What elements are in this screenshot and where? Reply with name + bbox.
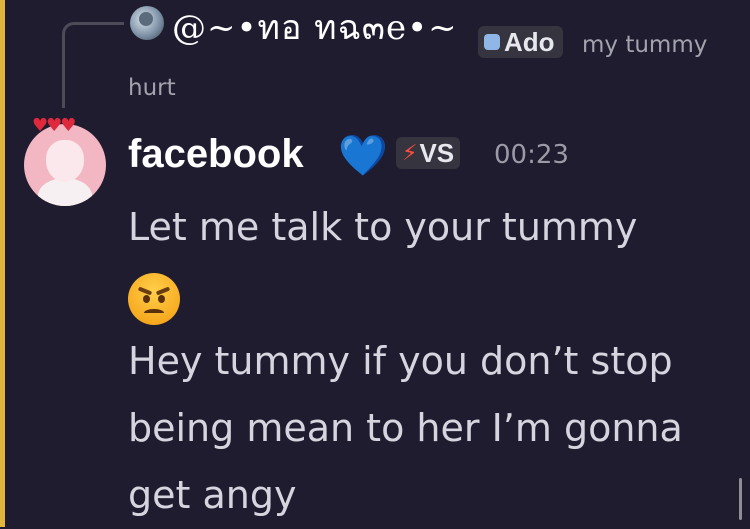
message-content: Let me talk to your tummy Hey tummy if y… xyxy=(128,194,728,529)
author-avatar[interactable] xyxy=(24,124,106,206)
server-badge-icon xyxy=(484,34,500,50)
reply-preview-text[interactable]: my tummy xyxy=(582,32,707,58)
scrollbar[interactable] xyxy=(739,478,742,520)
lightning-bolt-icon: ⚡ xyxy=(402,140,418,166)
blue-heart-icon: 💙 xyxy=(338,133,388,179)
reply-author-name[interactable]: @~•ทอ ทฉ๓e•~ xyxy=(172,8,458,48)
author-username[interactable]: facebook xyxy=(128,132,304,176)
message-emoji-line xyxy=(128,261,728,328)
avatar-body xyxy=(38,178,92,206)
reply-connector-line xyxy=(62,22,124,108)
hearts-decoration-icon: ♥♥♥ xyxy=(32,115,76,136)
reply-avatar[interactable] xyxy=(130,6,164,40)
author-server-tag[interactable]: ⚡ VS xyxy=(396,137,461,169)
role-tag-label: VS xyxy=(419,137,455,168)
message-line: being mean to her I’m gonna xyxy=(128,406,683,450)
reply-preview-text-continued[interactable]: hurt xyxy=(128,75,176,101)
reply-tag-label: Ado xyxy=(504,26,555,57)
message-line: get angy xyxy=(128,473,297,517)
message-line: Let me talk to your tummy xyxy=(128,205,638,249)
avatar-face xyxy=(46,140,84,182)
highlight-accent-bar xyxy=(0,0,5,527)
angry-face-emoji xyxy=(128,272,180,325)
reply-server-tag[interactable]: Ado xyxy=(478,26,563,58)
message-timestamp[interactable]: 00:23 xyxy=(494,140,569,170)
message-line: Hey tummy if you don’t stop xyxy=(128,339,673,383)
user-avatar-icon xyxy=(139,12,153,26)
